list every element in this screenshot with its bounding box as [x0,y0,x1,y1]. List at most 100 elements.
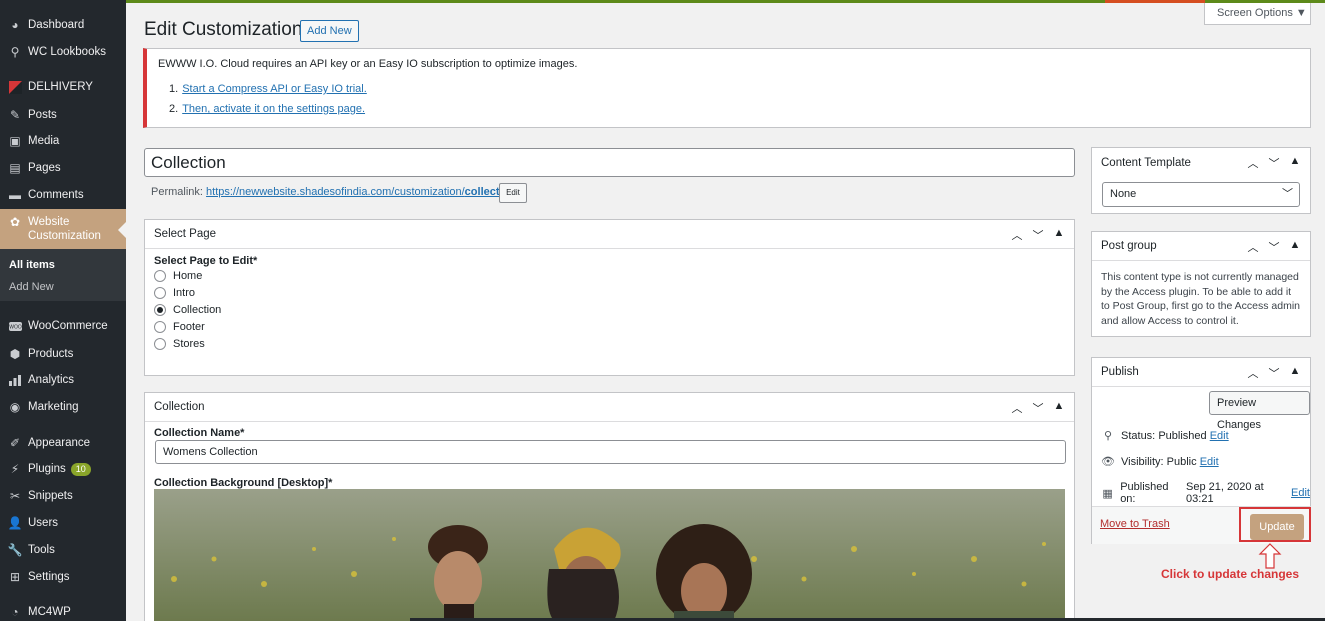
move-to-trash-link[interactable]: Move to Trash [1100,518,1170,530]
radio-label: Home [173,269,203,282]
chevron-up-icon[interactable]: ︿ [1246,155,1260,171]
sidebar-item-label: Appearance [28,437,91,449]
toggle-triangle-icon[interactable]: ▲ [1288,239,1302,255]
radio-button[interactable] [154,286,166,299]
post-title-input[interactable]: Collection [144,148,1075,177]
sidebar-item-posts[interactable]: ✎ Posts [0,102,126,128]
chevron-down-icon: ﹀ [1282,188,1293,200]
sidebar-item-media[interactable]: ▣ Media [0,128,126,154]
sidebar-item-analytics[interactable]: Analytics [0,367,126,393]
box-title: Content Template [1101,156,1191,169]
sidebar-item-wc-lookbooks[interactable]: ⚲ WC Lookbooks [0,39,126,65]
box-controls: ︿ ﹀ ▲ [1010,400,1066,416]
chevron-up-icon[interactable]: ︿ [1010,227,1024,243]
box-title: Collection [154,401,205,413]
analytics-icon [8,373,22,387]
chevron-down-icon[interactable]: ﹀ [1267,239,1281,255]
submenu-all-items[interactable]: All items [0,254,126,276]
submenu-add-new[interactable]: Add New [0,276,126,298]
sidebar-item-plugins[interactable]: ⚡ Plugins 10 [0,456,126,482]
toggle-triangle-icon[interactable]: ▲ [1288,365,1302,381]
sidebar-item-appearance[interactable]: ✐ Appearance [0,430,126,456]
sidebar-item-pages[interactable]: ▤ Pages [0,155,126,181]
screen-options-button[interactable]: Screen Options ▼ [1204,3,1311,25]
chevron-up-icon[interactable]: ︿ [1246,239,1260,255]
settings-page-link[interactable]: Then, activate it on the settings page. [182,103,365,115]
status-edit-link[interactable]: Edit [1210,430,1229,442]
sidebar-item-snippets[interactable]: ✂ Snippets [0,483,126,509]
notice-step: 2. Then, activate it on the settings page… [169,103,367,123]
sidebar-item-products[interactable]: ⬢ Products [0,341,126,367]
sidebar-item-label: MC4WP [28,606,71,618]
radio-label: Stores [173,337,205,350]
sidebar-item-tools[interactable]: 🔧 Tools [0,537,126,563]
delhivery-logo-icon [8,80,22,94]
preview-changes-button[interactable]: Preview Changes [1209,391,1310,431]
pages-icon: ▤ [9,161,21,175]
pin-icon: ⚲ [1103,430,1113,442]
admin-sidebar: ◕ Dashboard ⚲ WC Lookbooks DELHIVERY ✎ P… [0,0,126,621]
sidebar-item-woocommerce[interactable]: WOO WooCommerce [0,313,126,339]
pin-icon: ⚲ [10,45,20,59]
users-icon: 👤 [7,516,23,530]
post-group-box: Post group ︿ ﹀ ▲ This content type is no… [1091,231,1311,337]
radio-button[interactable] [154,337,166,350]
compress-trial-link[interactable]: Start a Compress API or Easy IO trial. [182,83,367,95]
arrow-up-icon [1258,543,1282,569]
collection-photo-illustration [154,489,1065,621]
published-edit-link[interactable]: Edit [1291,487,1310,499]
sidebar-item-mc4wp[interactable]: ◔ MC4WP [0,599,126,621]
radio-option-collection[interactable]: Collection [145,301,1074,318]
chevron-down-icon[interactable]: ﹀ [1031,227,1045,243]
chevron-down-icon[interactable]: ﹀ [1031,400,1045,416]
marketing-icon: ◉ [9,400,21,414]
sidebar-item-label: Analytics [28,374,75,386]
content-template-select[interactable]: None ﹀ [1102,182,1300,207]
update-highlight-box [1239,507,1311,542]
radio-label: Collection [173,303,222,316]
visibility-row: 👁 Visibility: Public Edit [1101,455,1219,469]
chevron-down-icon[interactable]: ﹀ [1267,365,1281,381]
sidebar-item-marketing[interactable]: ◉ Marketing [0,394,126,420]
toggle-triangle-icon[interactable]: ▲ [1052,400,1066,416]
toggle-triangle-icon[interactable]: ▲ [1288,155,1302,171]
permalink-link[interactable]: https://newwebsite.shadesofindia.com/cus… [206,186,519,198]
radio-option-stores[interactable]: Stores [145,335,1074,352]
status-row: ⚲ Status: Published Edit [1101,429,1229,443]
sidebar-item-label: Dashboard [28,19,85,31]
radio-button[interactable] [154,269,166,282]
sidebar-item-delhivery[interactable]: DELHIVERY [0,74,126,100]
radio-label: Intro [173,286,196,299]
radio-option-footer[interactable]: Footer [145,318,1074,335]
sidebar-item-website-customization[interactable]: ✿ Website Customization [0,209,126,249]
radio-button[interactable] [154,320,166,333]
add-new-button[interactable]: Add New [300,20,359,42]
sidebar-item-label: Tools [28,544,55,556]
chevron-down-icon[interactable]: ﹀ [1267,155,1281,171]
sidebar-item-settings[interactable]: ⊞ Settings [0,564,126,590]
permalink-edit-button[interactable]: Edit [499,183,527,203]
collection-name-input[interactable]: Womens Collection [155,440,1066,464]
box-title: Select Page [154,228,217,240]
radio-button-checked[interactable] [154,303,166,316]
sidebar-item-comments[interactable]: ▬ Comments [0,182,126,208]
collection-background-image[interactable] [154,489,1065,621]
box-controls: ︿ ﹀ ▲ [1246,365,1302,381]
chevron-up-icon[interactable]: ︿ [1246,365,1260,381]
dashboard-icon: ◕ [11,18,19,32]
published-label: Published on: [1120,481,1169,505]
status-label: Status: [1121,429,1156,442]
collection-name-label: Collection Name* [154,427,245,439]
sidebar-item-dashboard[interactable]: ◕ Dashboard [0,12,126,38]
plugins-update-badge: 10 [70,462,91,476]
box-header: Post group ︿ ﹀ ▲ [1092,232,1310,261]
sidebar-item-users[interactable]: 👤 Users [0,510,126,536]
page-title: Edit Customization [144,19,303,40]
mc4wp-icon: ◔ [11,605,19,619]
published-value: Sep 21, 2020 at 03:21 [1186,481,1264,505]
toggle-triangle-icon[interactable]: ▲ [1052,227,1066,243]
radio-option-home[interactable]: Home [145,267,1074,284]
visibility-edit-link[interactable]: Edit [1200,456,1219,468]
chevron-up-icon[interactable]: ︿ [1010,400,1024,416]
radio-option-intro[interactable]: Intro [145,284,1074,301]
